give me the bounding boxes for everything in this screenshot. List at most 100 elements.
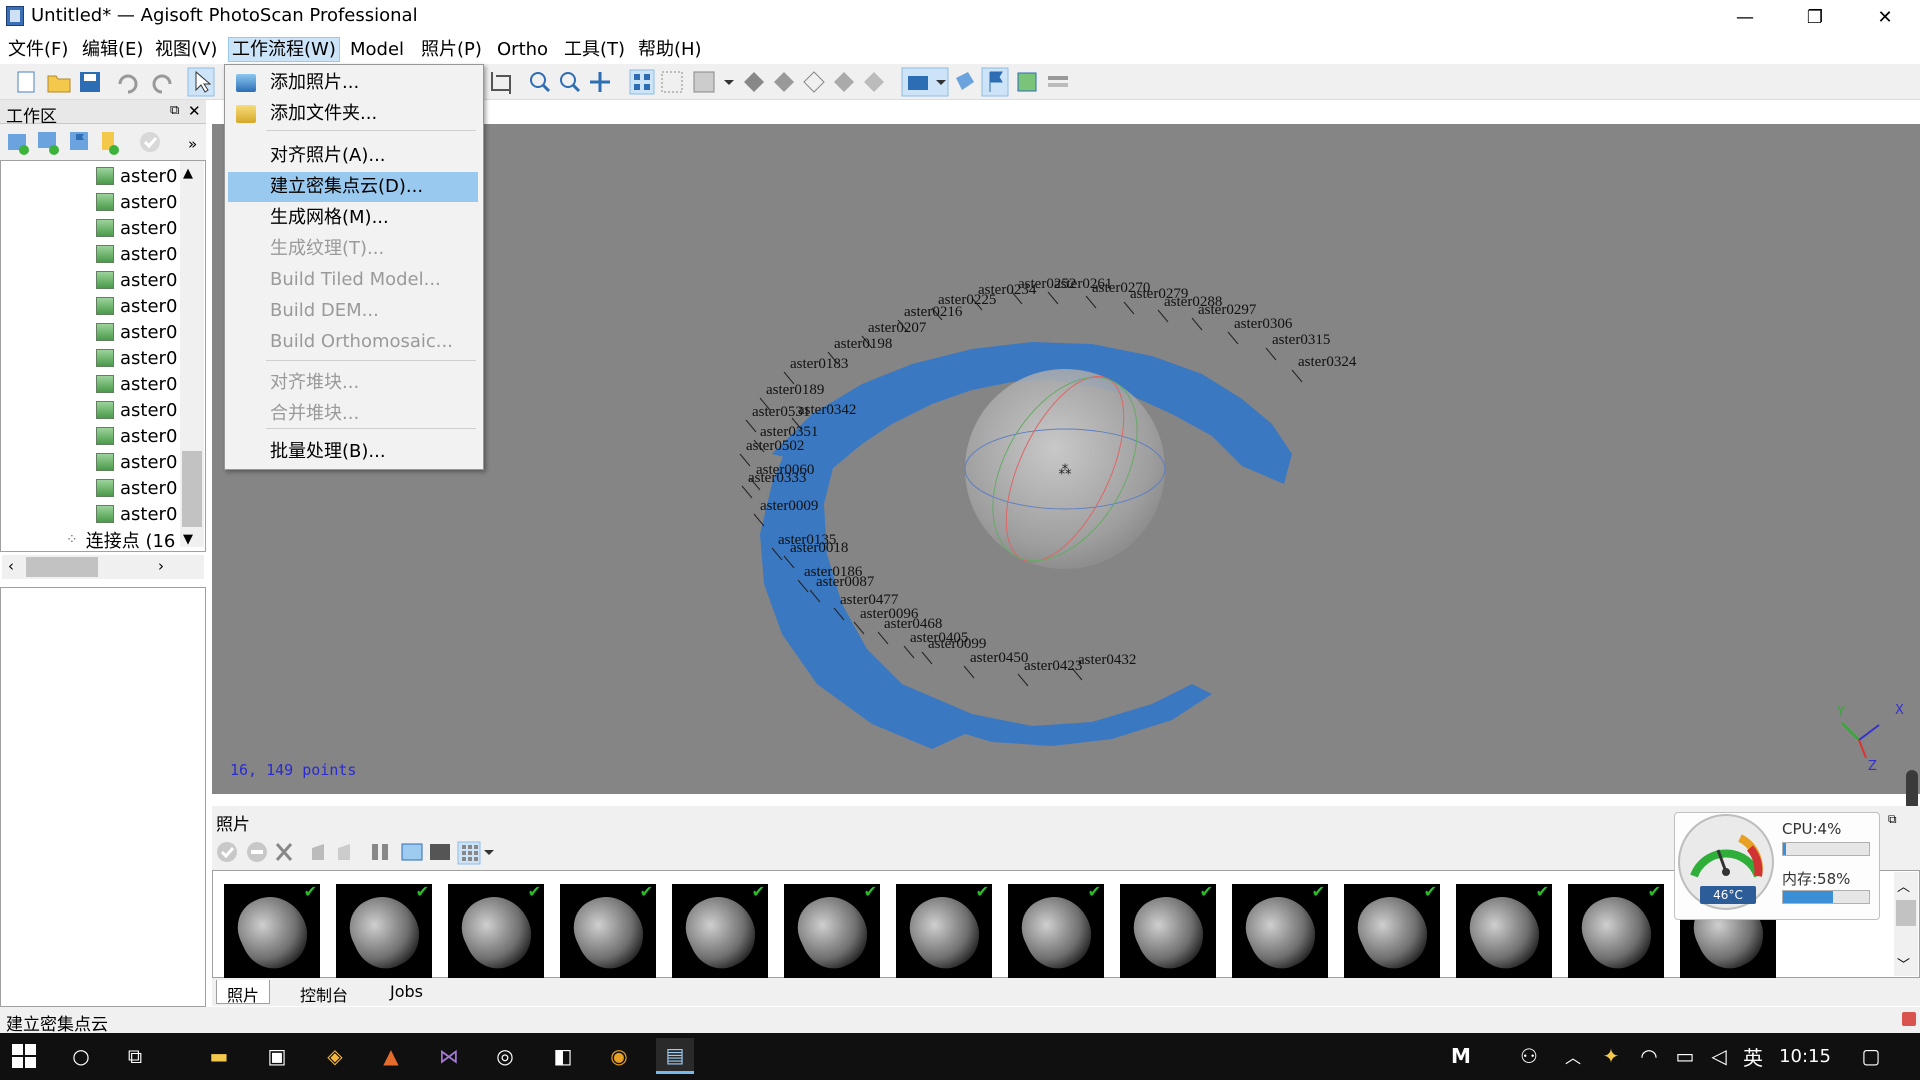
document-app-icon[interactable]: ◧: [544, 1038, 582, 1074]
visual-studio-icon[interactable]: ⋈: [430, 1038, 468, 1074]
volume-icon[interactable]: ◁: [1700, 1038, 1738, 1074]
open-folder-icon[interactable]: [47, 75, 71, 93]
menu-workflow[interactable]: 工作流程(W): [228, 37, 340, 62]
photo-thumbnail[interactable]: ✔: [1568, 884, 1664, 978]
workspace-close-icon[interactable]: ✕: [188, 102, 201, 120]
undock-icon[interactable]: ⧉: [170, 103, 179, 118]
ime-mode-indicator[interactable]: M: [1442, 1038, 1480, 1074]
menu-file[interactable]: 文件(F): [5, 37, 71, 62]
crop-icon[interactable]: [491, 72, 511, 94]
camera-icon[interactable]: [901, 67, 949, 97]
add-photos-icon[interactable]: [38, 132, 59, 155]
tree-horizontal-scrollbar[interactable]: [2, 555, 204, 579]
tree-item-photo[interactable]: aster0: [96, 215, 177, 241]
task-view-icon[interactable]: ⧉: [116, 1038, 154, 1074]
new-file-icon[interactable]: [17, 71, 35, 93]
tree-item-photo[interactable]: aster0: [96, 293, 177, 319]
layers-icon[interactable]: [1048, 76, 1068, 87]
scroll-up-icon[interactable]: ▲: [183, 166, 193, 181]
remove-photo-icon[interactable]: [275, 843, 293, 861]
undo-icon[interactable]: [118, 74, 138, 94]
dense-cloud-icon[interactable]: [661, 71, 683, 93]
tree-item-photo[interactable]: aster0: [96, 475, 177, 501]
tree-item-photo[interactable]: aster0: [96, 449, 177, 475]
menu-photo[interactable]: 照片(P): [418, 37, 485, 62]
menu-model[interactable]: Model: [347, 37, 407, 62]
shapes-icon[interactable]: [956, 72, 974, 90]
chrome-icon[interactable]: ◉: [600, 1038, 638, 1074]
point-cloud-icon[interactable]: [629, 69, 655, 95]
tree-item-photo[interactable]: aster0: [96, 423, 177, 449]
disable-photo-icon[interactable]: [247, 842, 267, 862]
mesh-icon[interactable]: [693, 71, 715, 93]
filter-icon[interactable]: [372, 844, 388, 860]
details-view-icon[interactable]: [430, 844, 450, 860]
photo-thumbnail[interactable]: ✔: [224, 884, 320, 978]
zoom-out-icon[interactable]: [560, 72, 581, 93]
scroll-left-icon[interactable]: ‹: [8, 557, 14, 575]
photo-thumbnail[interactable]: ✔: [1456, 884, 1552, 978]
people-icon[interactable]: ⚇: [1510, 1038, 1548, 1074]
menu-help[interactable]: 帮助(H): [635, 37, 705, 62]
menu-build-mesh[interactable]: 生成网格(M)...: [228, 203, 478, 233]
menu-ortho[interactable]: Ortho: [494, 37, 551, 62]
photo-thumbnail[interactable]: ✔: [672, 884, 768, 978]
language-indicator[interactable]: 英: [1734, 1038, 1772, 1074]
tree-item-photo[interactable]: aster0: [96, 501, 177, 527]
grid-view-icon[interactable]: [457, 841, 494, 865]
tree-item-photo[interactable]: aster0: [96, 319, 177, 345]
search-icon[interactable]: ○: [62, 1038, 100, 1074]
select-cursor-icon[interactable]: [187, 67, 215, 97]
workspace-more-button[interactable]: »: [188, 135, 197, 153]
tree-item-photo[interactable]: aster0: [96, 241, 177, 267]
tree-item-photo[interactable]: aster0: [96, 163, 177, 189]
show-hidden-icons[interactable]: ︿: [1554, 1038, 1592, 1074]
menu-tools[interactable]: 工具(T): [561, 37, 628, 62]
photos-scroll-up-icon[interactable]: ︿: [1897, 876, 1910, 895]
move-icon[interactable]: [590, 72, 610, 92]
textured-view-icon[interactable]: [834, 72, 854, 92]
add-markers-icon[interactable]: [70, 132, 88, 150]
store-icon[interactable]: ▣: [258, 1038, 296, 1074]
windows-start-icon[interactable]: [12, 1044, 38, 1070]
wireframe-view-icon[interactable]: [803, 71, 825, 93]
menu-add-photos[interactable]: 添加照片...: [228, 68, 478, 98]
menu-batch-process[interactable]: 批量处理(B)...: [228, 437, 478, 467]
photo-thumbnail[interactable]: ✔: [784, 884, 880, 978]
redo-icon[interactable]: [152, 74, 172, 94]
tiled-view-icon[interactable]: [864, 72, 884, 92]
solid-view-icon[interactable]: [774, 72, 794, 92]
wifi-icon[interactable]: ◠: [1630, 1038, 1668, 1074]
enable-photo-icon[interactable]: [217, 842, 237, 862]
widget-undock-icon[interactable]: ⧉: [1888, 812, 1897, 827]
photo-thumbnail[interactable]: ✔: [448, 884, 544, 978]
menu-add-folder[interactable]: 添加文件夹...: [228, 99, 478, 129]
add-chunk-icon[interactable]: [8, 134, 29, 155]
photos-camera-icon[interactable]: [401, 843, 423, 861]
tab-console[interactable]: 控制台: [290, 980, 358, 1005]
scroll-down-icon[interactable]: ▼: [183, 532, 193, 547]
file-explorer-icon[interactable]: ▬: [200, 1038, 238, 1074]
clock[interactable]: 10:15: [1772, 1038, 1838, 1074]
app-icon-yellow[interactable]: ◈: [316, 1038, 354, 1074]
photo-thumbnail[interactable]: ✔: [1120, 884, 1216, 978]
add-shape-icon[interactable]: [102, 132, 119, 155]
photo-thumbnail[interactable]: ✔: [896, 884, 992, 978]
photos-scroll-down-icon[interactable]: ﹀: [1897, 954, 1910, 973]
tree-item-photo[interactable]: aster0: [96, 189, 177, 215]
photo-thumbnail[interactable]: ✔: [560, 884, 656, 978]
zoom-in-icon[interactable]: [530, 72, 551, 93]
dropdown-arrow-icon[interactable]: [724, 80, 734, 85]
maximize-button[interactable]: ❐: [1780, 0, 1850, 34]
tree-item-photo[interactable]: aster0: [96, 345, 177, 371]
scroll-right-icon[interactable]: ›: [158, 557, 164, 575]
menu-view[interactable]: 视图(V): [152, 37, 220, 62]
close-button[interactable]: ✕: [1850, 0, 1920, 34]
image-view-icon[interactable]: [1017, 72, 1037, 92]
tree-vertical-scrollbar[interactable]: [180, 161, 204, 547]
photo-thumbnail[interactable]: ✔: [336, 884, 432, 978]
tab-jobs[interactable]: Jobs: [380, 980, 433, 1004]
save-icon[interactable]: [80, 72, 100, 92]
tree-item-photo[interactable]: aster0: [96, 267, 177, 293]
menu-build-dense-cloud[interactable]: 建立密集点云(D)...: [228, 172, 478, 202]
